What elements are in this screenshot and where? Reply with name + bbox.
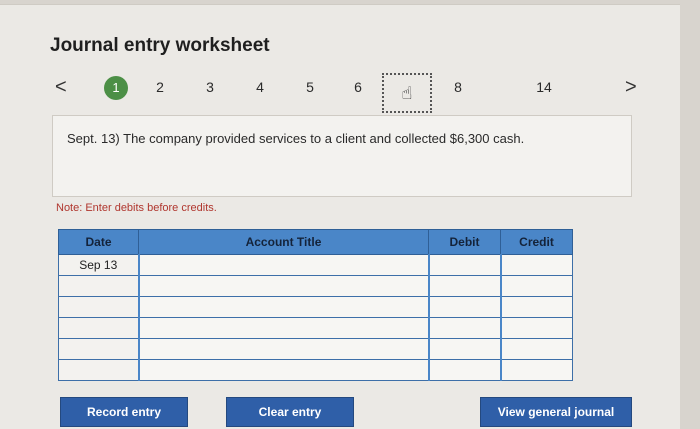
account-title-input[interactable] (137, 359, 429, 381)
credit-input[interactable] (499, 254, 573, 276)
record-entry-button[interactable]: Record entry (60, 397, 188, 427)
account-title-input[interactable] (137, 254, 429, 276)
date-cell (58, 359, 139, 381)
step-5[interactable]: 5 (298, 79, 322, 95)
table-header-row: Date Account Title Debit Credit (58, 229, 573, 255)
step-6[interactable]: 6 (346, 79, 370, 95)
debit-input[interactable] (427, 254, 501, 276)
header-debit: Debit (428, 229, 501, 255)
table-row (58, 296, 573, 318)
debit-input[interactable] (427, 338, 501, 360)
hand-pointer-icon: ☝ (401, 82, 413, 103)
credit-input[interactable] (499, 338, 573, 360)
step-2[interactable]: 2 (148, 79, 172, 95)
credit-input[interactable] (499, 359, 573, 381)
debit-input[interactable] (427, 296, 501, 318)
account-title-input[interactable] (137, 296, 429, 318)
header-credit: Credit (500, 229, 573, 255)
step-14[interactable]: 14 (532, 79, 556, 95)
header-account-title: Account Title (138, 229, 429, 255)
transaction-prompt: Sept. 13) The company provided services … (52, 115, 632, 197)
credit-input[interactable] (499, 317, 573, 339)
date-cell (58, 296, 139, 318)
step-4[interactable]: 4 (248, 79, 272, 95)
debit-input[interactable] (427, 317, 501, 339)
note-text: Note: Enter debits before credits. (56, 202, 217, 214)
date-cell (58, 338, 139, 360)
table-row (58, 275, 573, 297)
debit-input[interactable] (427, 275, 501, 297)
date-cell (58, 275, 139, 297)
account-title-input[interactable] (137, 317, 429, 339)
step-7-focused[interactable]: ☝ (382, 73, 432, 113)
table-row (58, 338, 573, 360)
chevron-right-icon[interactable]: > (625, 77, 637, 97)
debit-input[interactable] (427, 359, 501, 381)
step-1[interactable]: 1 (104, 76, 128, 100)
step-3[interactable]: 3 (198, 79, 222, 95)
clear-entry-button[interactable]: Clear entry (226, 397, 354, 427)
table-row: Sep 13 (58, 254, 573, 276)
table-row (58, 359, 573, 381)
transaction-text: Sept. 13) The company provided services … (67, 131, 525, 146)
page-title: Journal entry worksheet (50, 35, 270, 56)
date-cell: Sep 13 (58, 254, 139, 276)
step-8[interactable]: 8 (446, 79, 470, 95)
view-general-journal-button[interactable]: View general journal (480, 397, 632, 427)
journal-table: Date Account Title Debit Credit Sep 13 (58, 229, 573, 381)
credit-input[interactable] (499, 275, 573, 297)
chevron-left-icon[interactable]: < (55, 77, 67, 97)
account-title-input[interactable] (137, 338, 429, 360)
worksheet-panel: Journal entry worksheet < 1 2 3 4 5 6 ☝ … (0, 4, 680, 429)
account-title-input[interactable] (137, 275, 429, 297)
table-row (58, 317, 573, 339)
credit-input[interactable] (499, 296, 573, 318)
header-date: Date (58, 229, 139, 255)
date-cell (58, 317, 139, 339)
